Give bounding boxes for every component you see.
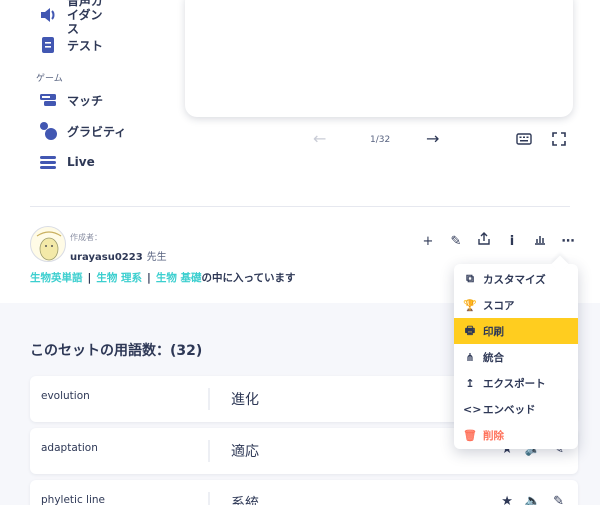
term-text: adaptation (41, 442, 98, 454)
term-text: phyletic line (41, 494, 106, 505)
card-counter: 1/32 (370, 135, 391, 145)
flashcard[interactable]: evolution (185, 0, 573, 117)
menu-item-label: 印刷 (483, 325, 504, 338)
fullscreen-icon (552, 132, 566, 146)
definition-text: 進化 (231, 392, 259, 408)
fullscreen-button[interactable] (552, 131, 566, 150)
term-row: phyletic line 系統 ★ 🔈 ✎ (30, 480, 578, 505)
definition-text: 適応 (231, 444, 259, 460)
menu-item-print[interactable]: 🖶 印刷 (454, 318, 578, 344)
author-line: urayasu0223 先生 (70, 248, 167, 263)
definition-text: 系統 (231, 496, 259, 505)
menu-item-label: エンベッド (483, 403, 536, 416)
print-icon: 🖶 (464, 323, 476, 337)
keyboard-icon (516, 133, 532, 145)
mode-test[interactable]: テスト (38, 35, 103, 55)
menu-item-label: カスタマイズ (483, 273, 546, 286)
avatar[interactable] (30, 226, 66, 262)
more-menu: ⧉ カスタマイズ 🏆 スコア 🖶 印刷 ⋔ 統合 ↥ エクスポート <> エンベッド 🗑 削除 (454, 264, 578, 449)
audio-button[interactable]: 🔈 (525, 494, 541, 505)
prev-card-button[interactable]: ← (313, 129, 326, 148)
copy-icon: ⧉ (466, 272, 474, 285)
menu-item-embed[interactable]: <> エンベッド (454, 396, 578, 422)
set-toolbar: + ✎ i ⋯ (414, 232, 582, 252)
menu-item-merge[interactable]: ⋔ 統合 (454, 344, 578, 370)
menu-item-label: 統合 (483, 351, 504, 364)
folder-links: 生物英単語 | 生物 理系 | 生物 基礎の中に入っています (30, 272, 296, 284)
live-icon (38, 152, 58, 172)
mode-live[interactable]: Live (38, 152, 95, 172)
menu-item-export[interactable]: ↥ エクスポート (454, 370, 578, 396)
edit-term-button[interactable]: ✎ (553, 494, 564, 505)
export-icon: ↥ (465, 376, 475, 390)
mode-test-label: テスト (67, 38, 104, 53)
author-caption: 作成者： (70, 233, 102, 242)
menu-item-label: スコア (483, 299, 515, 312)
menu-item-label: エクスポート (483, 377, 546, 390)
info-icon: i (509, 234, 515, 249)
keyboard-shortcuts-button[interactable] (516, 131, 532, 150)
terms-title: このセットの用語数：(32) (30, 343, 203, 359)
folder-suffix: の中に入っています (201, 272, 296, 284)
term-actions: ★ 🔈 ✎ (501, 494, 564, 505)
flashcard-text: evolution (185, 0, 573, 3)
share-icon (478, 232, 490, 245)
trophy-icon: 🏆 (463, 298, 477, 312)
more-button[interactable]: ⋯ (554, 232, 582, 252)
trash-icon: 🗑 (463, 428, 477, 442)
mode-live-label: Live (67, 155, 95, 169)
game-section-label: ゲーム (36, 74, 63, 84)
term-text: evolution (41, 390, 90, 402)
plus-icon: + (422, 234, 434, 249)
match-icon (38, 90, 58, 110)
mode-match[interactable]: マッチ (38, 90, 103, 110)
stats-button[interactable] (526, 232, 554, 252)
bar-chart-icon (535, 236, 545, 245)
folder-link[interactable]: 生物英単語 (30, 272, 83, 284)
mode-audio[interactable]: 音声ガイダンス (38, 0, 113, 36)
more-dots-icon: ⋯ (561, 234, 575, 249)
mode-audio-label: 音声ガイダンス (67, 0, 104, 36)
menu-item-delete[interactable]: 🗑 削除 (454, 422, 578, 448)
share-button[interactable] (470, 232, 498, 252)
merge-icon: ⋔ (465, 350, 475, 364)
info-button[interactable]: i (498, 232, 526, 252)
menu-item-score[interactable]: 🏆 スコア (454, 292, 578, 318)
folder-link[interactable]: 生物 基礎 (156, 272, 202, 284)
menu-item-customize[interactable]: ⧉ カスタマイズ (454, 266, 578, 292)
test-icon (38, 35, 58, 55)
gravity-icon (38, 121, 58, 141)
section-divider (30, 206, 570, 207)
author-name[interactable]: urayasu0223 (70, 252, 143, 263)
star-button[interactable]: ★ (501, 494, 513, 505)
mode-match-label: マッチ (67, 93, 104, 108)
mode-gravity-label: グラビティ (67, 124, 127, 139)
audio-icon (38, 5, 58, 25)
add-to-folder-button[interactable]: + (414, 232, 442, 252)
mode-gravity[interactable]: グラビティ (38, 121, 126, 141)
menu-item-label: 削除 (483, 429, 504, 442)
next-card-button[interactable]: → (426, 129, 439, 148)
pencil-icon: ✎ (450, 234, 462, 249)
edit-button[interactable]: ✎ (442, 232, 470, 252)
author-role: 先生 (146, 252, 167, 263)
embed-icon: <> (463, 402, 482, 416)
folder-link[interactable]: 生物 理系 (96, 272, 142, 284)
